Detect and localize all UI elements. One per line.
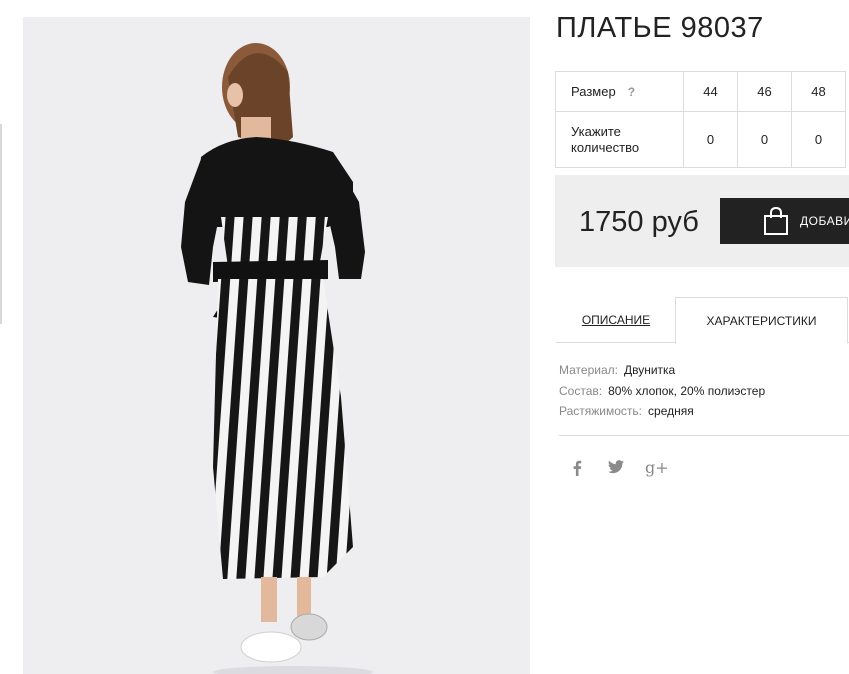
size-option-46[interactable]: 46 (737, 71, 792, 112)
size-option-48[interactable]: 48 (791, 71, 846, 112)
quantity-label: Укажите количество (555, 111, 684, 168)
twitter-icon[interactable] (608, 460, 624, 478)
characteristic-row: Материал: Двунитка (559, 360, 765, 381)
size-label-cell: Размер? (555, 71, 684, 112)
product-title: ПЛАТЬЕ 98037 (556, 12, 764, 44)
product-tabs: ОПИСАНИЕ ХАРАКТЕРИСТИКИ (556, 297, 849, 344)
characteristic-key: Состав: (559, 383, 603, 398)
divider (559, 435, 849, 436)
add-to-cart-button[interactable]: ДОБАВИ (720, 198, 849, 244)
characteristic-value: 80% хлопок, 20% полиэстер (608, 383, 766, 398)
characteristic-row: Состав: 80% хлопок, 20% полиэстер (559, 381, 765, 402)
tab-description[interactable]: ОПИСАНИЕ (556, 297, 676, 341)
characteristic-row: Растяжимость: средняя (559, 401, 765, 422)
gallery-thumb-edge (0, 124, 2, 324)
characteristic-value: средняя (648, 404, 694, 418)
price-box: 1750 руб ДОБАВИ (555, 175, 849, 267)
dress-illustration (181, 43, 373, 674)
characteristic-key: Материал: (559, 363, 618, 377)
add-to-cart-label: ДОБАВИ (800, 214, 849, 228)
product-photo[interactable] (23, 17, 530, 674)
quantity-input-44[interactable]: 0 (683, 111, 738, 168)
size-label: Размер (571, 84, 616, 99)
price: 1750 руб (579, 206, 699, 238)
characteristics-list: Материал: Двунитка Состав: 80% хлопок, 20%… (559, 360, 765, 422)
help-icon[interactable]: ? (628, 85, 635, 99)
characteristic-key: Растяжимость: (559, 404, 643, 418)
size-option-44[interactable]: 44 (683, 71, 738, 112)
google-plus-icon[interactable]: g+ (645, 458, 669, 477)
tab-characteristics[interactable]: ХАРАКТЕРИСТИКИ (675, 297, 848, 344)
quantity-input-48[interactable]: 0 (791, 111, 846, 168)
quantity-input-46[interactable]: 0 (737, 111, 792, 168)
characteristic-value: Двунитка (623, 363, 676, 377)
tab-characteristics-label: ХАРАКТЕРИСТИКИ (706, 314, 817, 328)
shopping-bag-icon (762, 206, 790, 239)
tab-description-label: ОПИСАНИЕ (581, 313, 651, 327)
facebook-icon[interactable] (572, 460, 582, 480)
size-quantity-table: Размер? 44 46 48 Укажите количество 0 0 … (555, 71, 846, 168)
